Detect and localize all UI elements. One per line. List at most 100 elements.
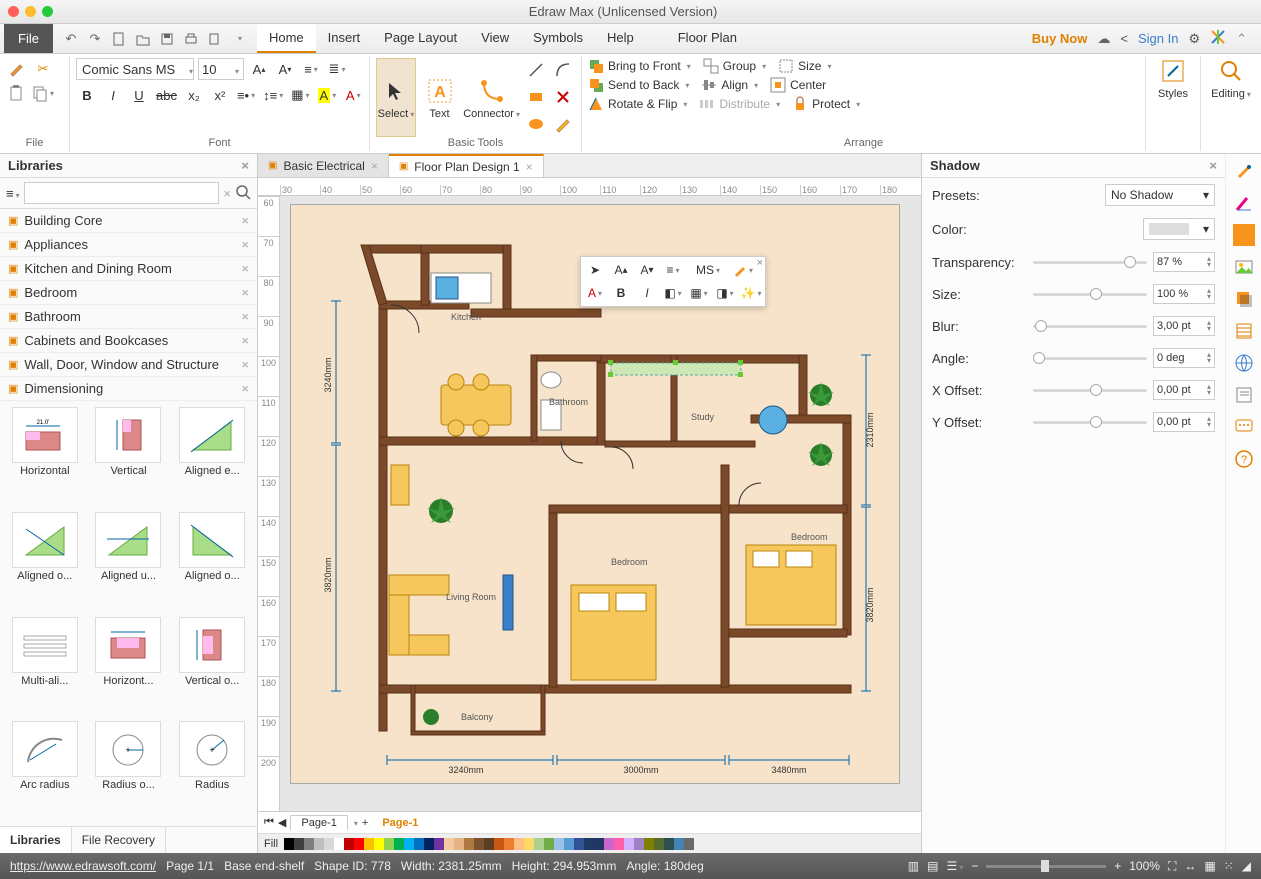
redo-button[interactable]: ↷	[85, 29, 105, 49]
mini-close-icon[interactable]: ×	[753, 255, 767, 271]
sign-in-link[interactable]: Sign In	[1138, 31, 1178, 46]
color-swatch[interactable]	[444, 838, 454, 850]
color-swatch[interactable]	[414, 838, 424, 850]
new-button[interactable]	[109, 29, 129, 49]
document-tab[interactable]: Floor Plan Design 1×	[389, 154, 544, 177]
lib-menu-icon[interactable]: ≡	[6, 186, 20, 201]
color-swatch[interactable]	[554, 838, 564, 850]
color-swatch[interactable]	[314, 838, 324, 850]
menu-tab-insert[interactable]: Insert	[316, 24, 373, 53]
qat-more-button[interactable]	[229, 29, 249, 49]
bullets-button[interactable]: ≡•	[235, 84, 257, 106]
color-swatch[interactable]	[574, 838, 584, 850]
buy-now-link[interactable]: Buy Now	[1032, 31, 1088, 46]
arc-shape-icon[interactable]	[551, 58, 575, 82]
close-category-icon[interactable]: ×	[241, 357, 249, 372]
color-swatch[interactable]	[384, 838, 394, 850]
page-menu-icon[interactable]	[352, 817, 358, 829]
vendor-url-link[interactable]: https://www.edrawsoft.com/	[10, 859, 156, 873]
close-shadow-icon[interactable]: ×	[1209, 158, 1217, 173]
layout-props-icon[interactable]	[1233, 320, 1255, 342]
color-swatch[interactable]	[394, 838, 404, 850]
layers-icon[interactable]	[1233, 384, 1255, 406]
canvas[interactable]: Kitchen Bathroom Study Bedroom Bedroom L…	[280, 196, 921, 811]
shape-stencil[interactable]: +Radius o...	[90, 721, 168, 820]
close-panel-icon[interactable]: ×	[241, 158, 249, 173]
mini-font-selector[interactable]: MS	[688, 260, 728, 280]
prev-page-icon[interactable]: ◀	[278, 816, 286, 829]
libraries-tab[interactable]: Libraries	[0, 827, 72, 853]
file-recovery-tab[interactable]: File Recovery	[72, 827, 166, 853]
close-window-button[interactable]	[8, 6, 19, 17]
angle-slider[interactable]	[1033, 357, 1147, 360]
font-color-button[interactable]: A	[342, 84, 364, 106]
size-value[interactable]: 100 %▴▾	[1153, 284, 1215, 304]
blur-value[interactable]: 3,00 pt▴▾	[1153, 316, 1215, 336]
library-category[interactable]: Kitchen and Dining Room×	[0, 257, 257, 281]
mini-quick-style-icon[interactable]: ✨	[740, 283, 762, 303]
shape-stencil[interactable]: Aligned e...	[173, 407, 251, 506]
grow-font-icon[interactable]: A▴	[248, 58, 270, 80]
center-button[interactable]: Center	[770, 77, 826, 93]
line-props-icon[interactable]	[1233, 192, 1255, 214]
image-props-icon[interactable]	[1233, 256, 1255, 278]
close-category-icon[interactable]: ×	[241, 237, 249, 252]
connector-tool[interactable]: Connector	[463, 58, 520, 137]
clear-search-icon[interactable]: ×	[223, 186, 231, 201]
mini-toolbar[interactable]: × ➤ A▴ A▾ ≡ MS A B I ◧ ▦	[580, 256, 766, 307]
edraw-logo-icon[interactable]	[1210, 29, 1226, 48]
mini-format-painter-icon[interactable]	[732, 260, 754, 280]
subscript-button[interactable]: x₂	[183, 84, 205, 106]
pencil-icon[interactable]	[551, 112, 575, 136]
bring-front-button[interactable]: Bring to Front	[588, 58, 691, 74]
save-button[interactable]	[157, 29, 177, 49]
print-button[interactable]	[181, 29, 201, 49]
mini-bold-icon[interactable]: B	[610, 283, 632, 303]
color-swatch[interactable]	[534, 838, 544, 850]
strike-button[interactable]: abc	[154, 84, 179, 106]
library-category[interactable]: Wall, Door, Window and Structure×	[0, 353, 257, 377]
fit-width-icon[interactable]: ↔	[1184, 859, 1196, 873]
xoffset-slider[interactable]	[1033, 389, 1147, 392]
color-swatch[interactable]	[664, 838, 674, 850]
zoom-slider[interactable]	[986, 865, 1106, 868]
italic-button[interactable]: I	[102, 84, 124, 106]
transparency-slider[interactable]	[1033, 261, 1147, 264]
color-swatch[interactable]	[374, 838, 384, 850]
send-back-button[interactable]: Send to Back	[588, 77, 689, 93]
blur-slider[interactable]	[1033, 325, 1147, 328]
text-align-icon[interactable]: ≡	[300, 58, 322, 80]
color-swatch[interactable]	[584, 838, 594, 850]
menu-tab-help[interactable]: Help	[595, 24, 646, 53]
close-category-icon[interactable]: ×	[241, 261, 249, 276]
file-menu[interactable]: File	[4, 24, 53, 53]
yoffset-value[interactable]: 0,00 pt▴▾	[1153, 412, 1215, 432]
collapse-ribbon-icon[interactable]: ⌃	[1236, 31, 1247, 47]
paste-icon[interactable]	[6, 82, 28, 104]
size-slider[interactable]	[1033, 293, 1147, 296]
export-button[interactable]	[205, 29, 225, 49]
shadow-props-icon[interactable]	[1233, 288, 1255, 310]
select-tool[interactable]: Select	[376, 58, 416, 137]
search-icon[interactable]	[235, 184, 251, 203]
protect-button[interactable]: Protect	[792, 96, 860, 112]
page-tab-active[interactable]: Page-1	[372, 816, 428, 830]
mini-shrink-font-icon[interactable]: A▾	[636, 260, 658, 280]
comment-icon[interactable]	[1233, 416, 1255, 438]
fit-page-icon[interactable]: ⛶	[1168, 859, 1176, 874]
color-swatch[interactable]	[504, 838, 514, 850]
library-search-input[interactable]	[24, 182, 220, 204]
shrink-font-icon[interactable]: A▾	[274, 58, 296, 80]
color-swatch[interactable]	[454, 838, 464, 850]
mini-align-icon[interactable]: ≡	[662, 260, 684, 280]
share-icon[interactable]: <	[1120, 31, 1128, 46]
view-mode1-icon[interactable]: ▥	[908, 859, 919, 873]
mini-line-icon[interactable]: ▦	[688, 283, 710, 303]
mini-italic-icon[interactable]: I	[636, 283, 658, 303]
mini-grow-font-icon[interactable]: A▴	[610, 260, 632, 280]
color-swatch[interactable]	[404, 838, 414, 850]
align-button[interactable]: Align	[701, 77, 758, 93]
size-button[interactable]: Size	[778, 58, 831, 74]
theme-icon[interactable]	[1233, 160, 1255, 182]
fill-props-icon[interactable]	[1233, 224, 1255, 246]
